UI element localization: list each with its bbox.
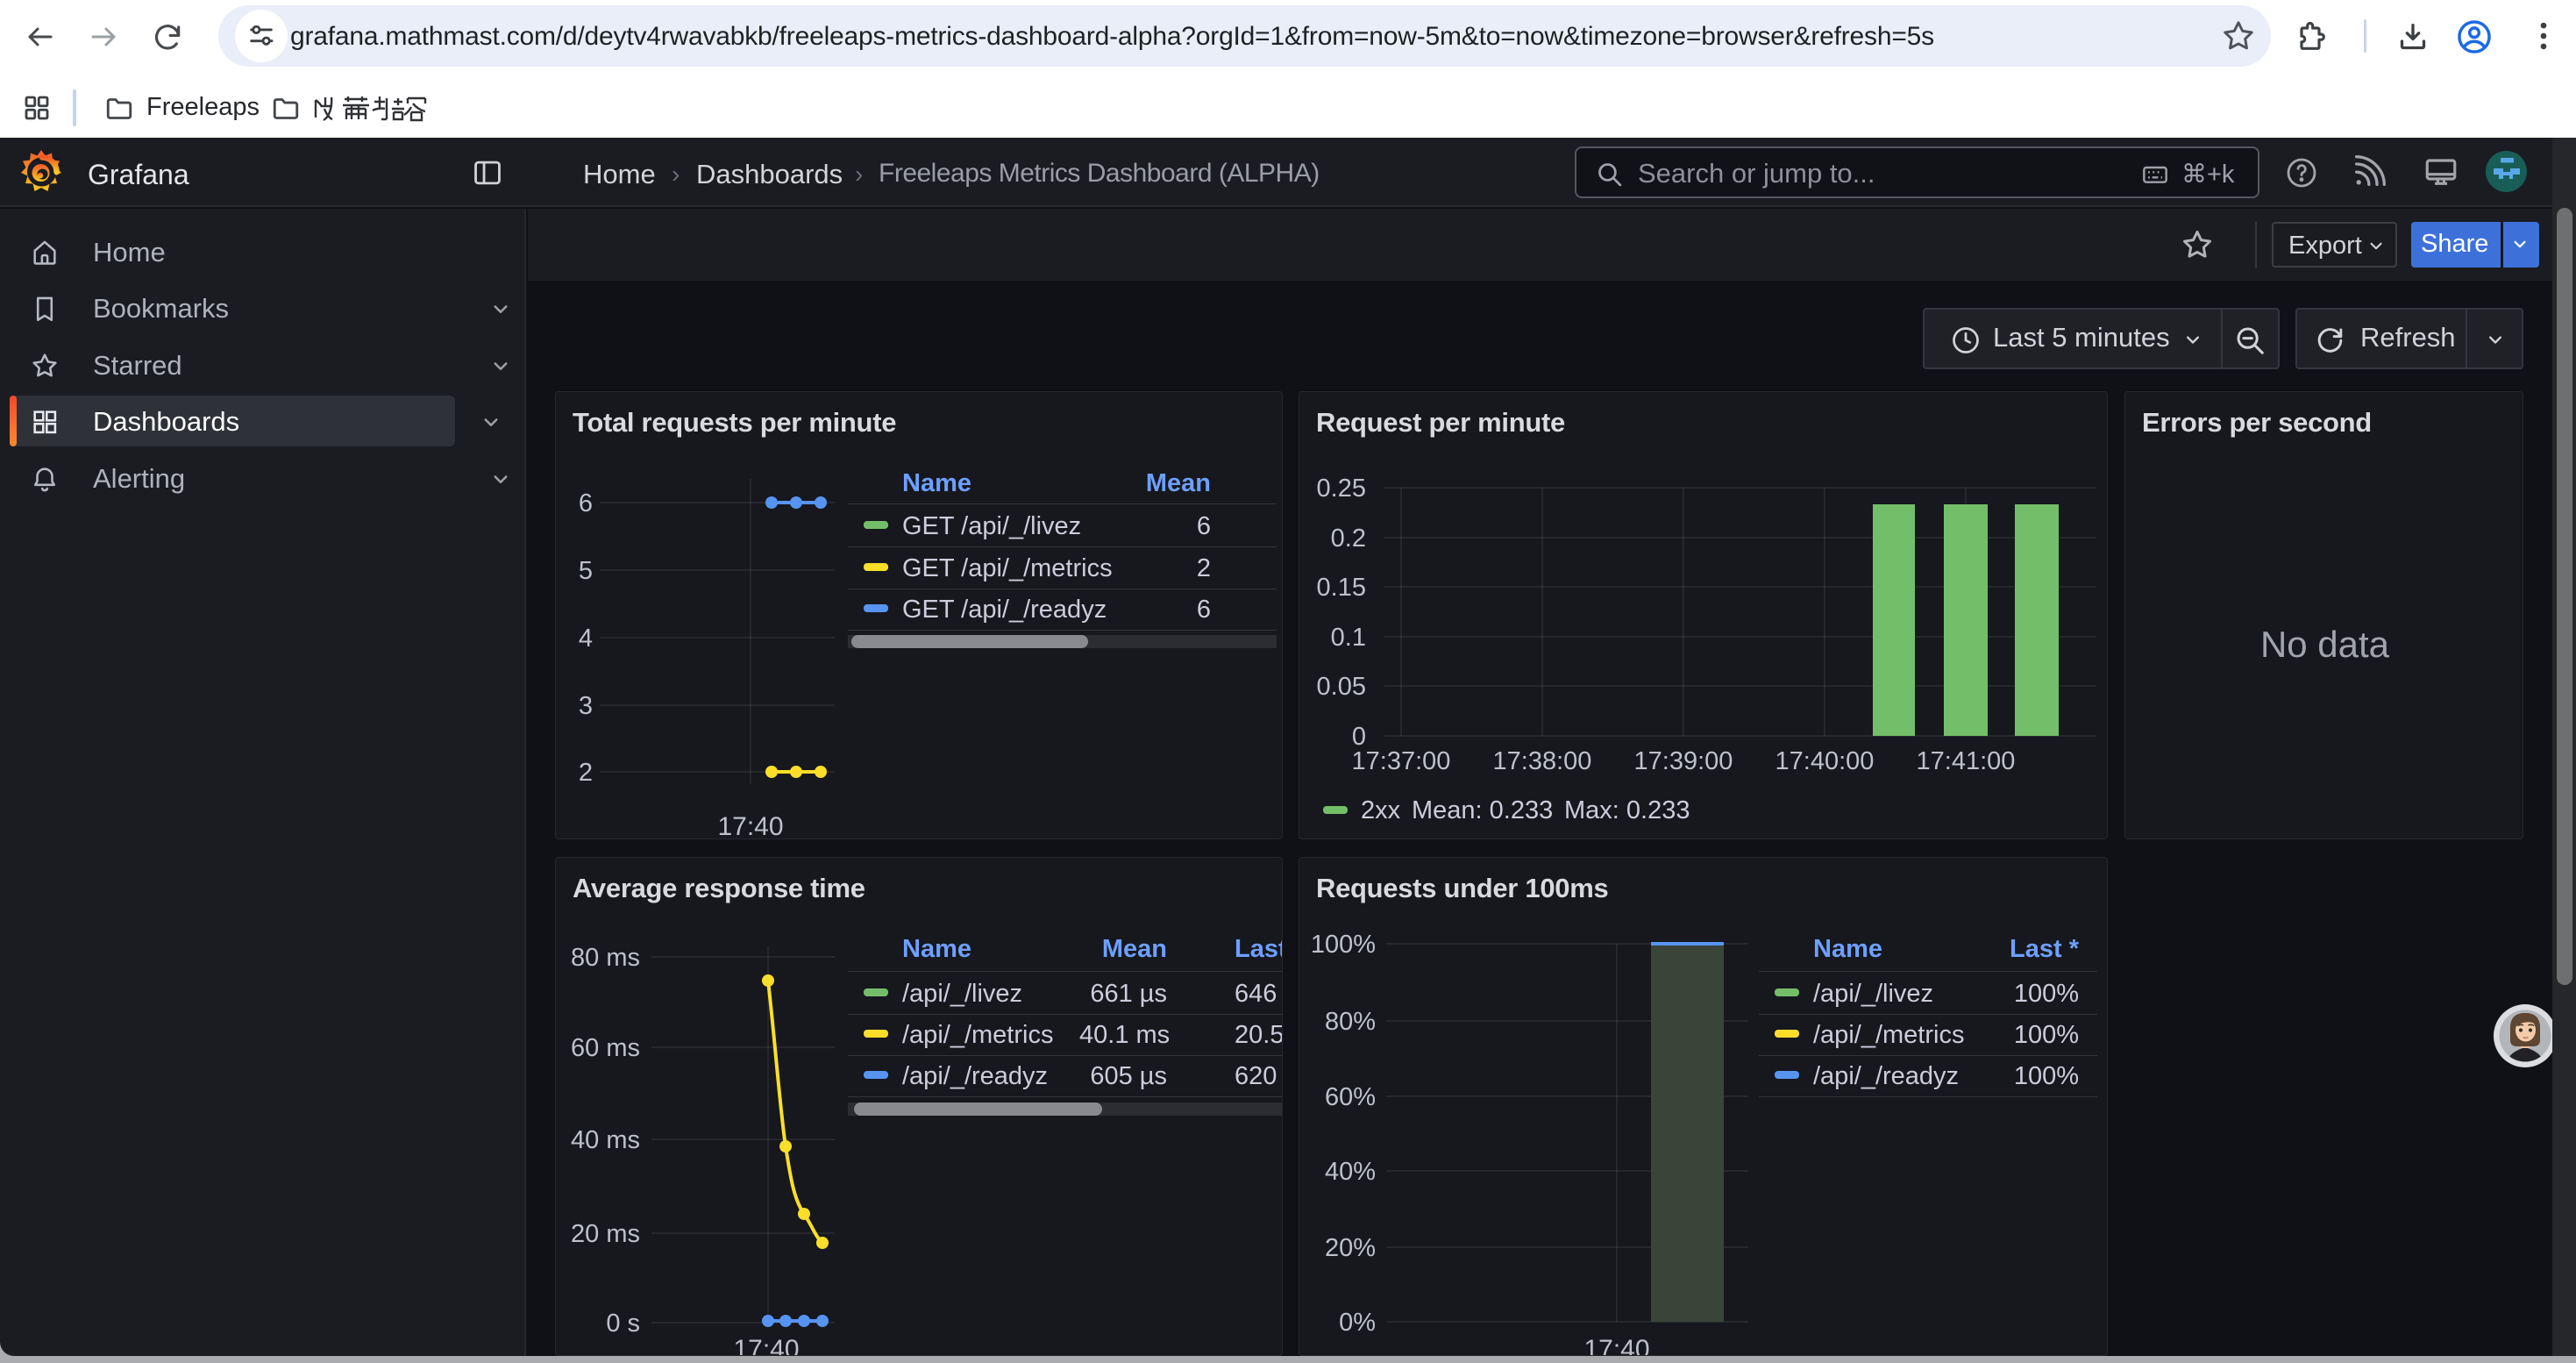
svg-text:80%: 80% bbox=[1325, 1008, 1376, 1036]
svg-text:6: 6 bbox=[579, 489, 593, 517]
svg-text:17:40: 17:40 bbox=[733, 1335, 799, 1356]
svg-text:20 ms: 20 ms bbox=[571, 1220, 640, 1248]
svg-text:0.05: 0.05 bbox=[1317, 673, 1366, 701]
svg-text:60%: 60% bbox=[1325, 1083, 1376, 1111]
svg-text:0.1: 0.1 bbox=[1331, 624, 1366, 652]
svg-text:0.15: 0.15 bbox=[1317, 574, 1366, 602]
svg-text:17:40: 17:40 bbox=[717, 812, 783, 840]
svg-text:4: 4 bbox=[579, 624, 593, 653]
svg-text:20%: 20% bbox=[1325, 1234, 1376, 1262]
svg-text:40%: 40% bbox=[1325, 1158, 1376, 1186]
svg-text:0.2: 0.2 bbox=[1331, 525, 1366, 553]
svg-text:17:41:00: 17:41:00 bbox=[1917, 747, 2016, 775]
svg-text:0.25: 0.25 bbox=[1317, 475, 1366, 503]
svg-text:40 ms: 40 ms bbox=[571, 1126, 640, 1154]
svg-text:80 ms: 80 ms bbox=[571, 944, 640, 972]
svg-text:17:37:00: 17:37:00 bbox=[1352, 747, 1451, 775]
svg-text:17:40:00: 17:40:00 bbox=[1775, 747, 1875, 775]
svg-text:100%: 100% bbox=[1311, 931, 1376, 959]
svg-text:17:38:00: 17:38:00 bbox=[1493, 747, 1592, 775]
svg-text:0 s: 0 s bbox=[606, 1309, 640, 1338]
svg-text:3: 3 bbox=[579, 692, 593, 720]
svg-text:17:39:00: 17:39:00 bbox=[1634, 747, 1733, 775]
svg-text:17:40: 17:40 bbox=[1583, 1335, 1649, 1356]
svg-text:0%: 0% bbox=[1339, 1309, 1376, 1337]
svg-text:2: 2 bbox=[579, 759, 593, 787]
svg-text:60 ms: 60 ms bbox=[571, 1034, 640, 1062]
svg-text:5: 5 bbox=[579, 557, 593, 585]
